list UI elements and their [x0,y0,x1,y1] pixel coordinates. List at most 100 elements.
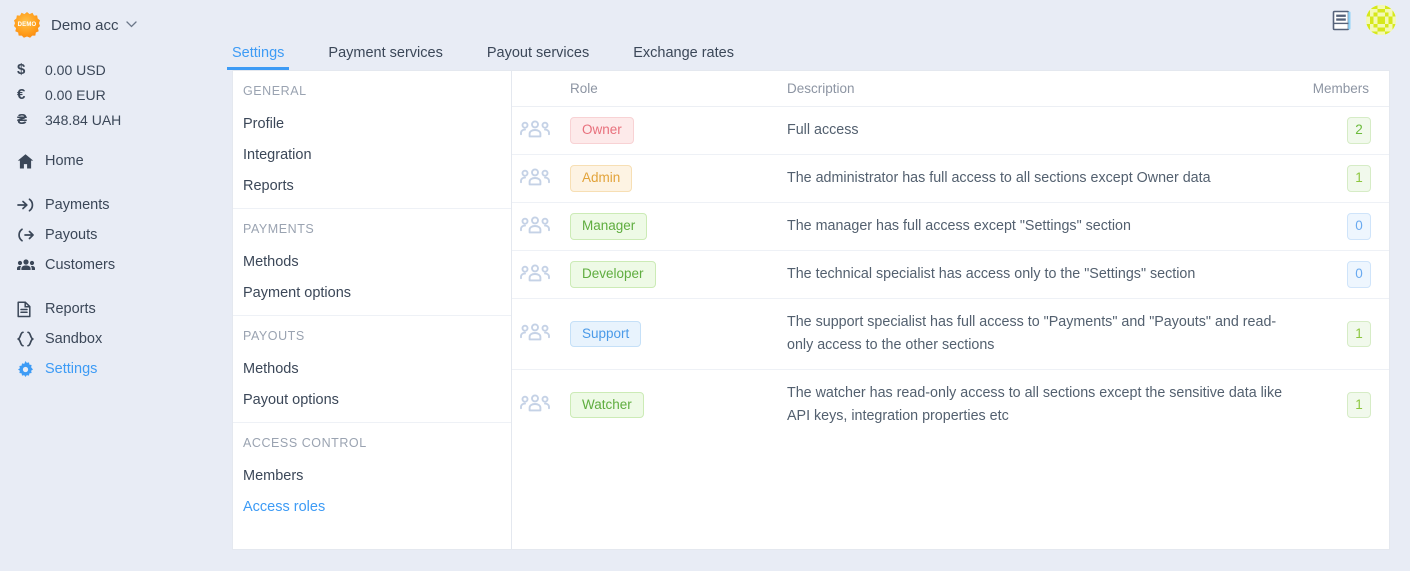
submenu-item-payout-methods[interactable]: Methods [243,356,511,387]
app-root: DEMO Demo acc $ 0.00 USD € 0.00 EUR ₴ 34… [0,0,1410,571]
group-icon [520,393,570,417]
cell-description: The administrator has full access to all… [787,170,1211,186]
table-row[interactable]: Developer The technical specialist has ac… [512,251,1389,299]
cell-description: The support specialist has full access t… [787,314,1277,353]
column-header-role: Role [570,81,598,96]
submenu-item-payment-methods[interactable]: Methods [243,249,511,280]
role-badge: Admin [570,165,633,192]
column-header-members: Members [1312,81,1369,96]
table-row[interactable]: Manager The manager has full access excep… [512,203,1389,251]
brand-logo-icon: DEMO [14,12,40,38]
group-icon [520,322,570,346]
sidebar-item-sandbox[interactable]: Sandbox [0,324,220,354]
table-row[interactable]: Support The support specialist has full a… [512,299,1389,370]
balances-list: $ 0.00 USD € 0.00 EUR ₴ 348.84 UAH [0,57,220,132]
table-row[interactable]: Owner Full access 2 [512,107,1389,155]
role-badge: Owner [570,117,634,144]
account-switcher[interactable]: DEMO Demo acc [0,6,220,44]
submenu-section-access-control: ACCESS CONTROL Members Access roles [233,423,511,529]
submenu-title-access-control: ACCESS CONTROL [243,436,367,450]
members-count-badge: 1 [1347,391,1371,419]
members-count-badge: 0 [1347,261,1371,288]
cell-members: 0 [1285,261,1375,288]
sidebar-label-payments: Payments [45,197,110,213]
submenu-title-payouts: PAYOUTS [243,329,305,343]
cell-members: 2 [1285,117,1375,144]
sidebar-item-payouts[interactable]: Payouts [0,220,220,250]
nav-group-2: Payments Payouts Customers [0,190,220,280]
currency-symbol-eur: € [17,86,26,103]
members-count-badge: 1 [1347,320,1371,348]
cell-members: 1 [1285,391,1375,419]
currency-symbol-usd: $ [17,61,26,78]
customers-icon [17,258,45,272]
submenu-item-access-roles[interactable]: Access roles [243,494,511,517]
chevron-down-icon [125,20,137,31]
submenu-item-integration[interactable]: Integration [243,142,511,173]
balance-amount-eur: 0.00 EUR [45,86,106,103]
cell-role: Admin [512,165,787,192]
settings-submenu: GENERAL Profile Integration Reports PAYM… [232,70,512,550]
reports-icon [17,300,45,318]
cell-members: 1 [1285,320,1375,348]
members-count-badge: 0 [1347,213,1371,240]
sidebar-label-settings: Settings [45,361,98,377]
main-area: Settings Payment services Payout service… [220,0,1410,571]
payments-icon [17,197,45,213]
sidebar-item-payments[interactable]: Payments [0,190,220,220]
balance-item: $ 0.00 USD [0,57,220,82]
cell-description: The watcher has read-only access to all … [787,385,1283,424]
settings-gear-icon [17,360,45,378]
payouts-icon [17,227,45,243]
balance-amount-uah: 348.84 UAH [45,111,122,128]
left-sidebar: DEMO Demo acc $ 0.00 USD € 0.00 EUR ₴ 34… [0,0,220,571]
cell-role: Owner [512,117,787,144]
role-badge: Watcher [570,391,644,419]
home-icon [17,153,45,170]
submenu-section-payouts: PAYOUTS Methods Payout options [233,316,511,423]
balance-amount-usd: 0.00 USD [45,61,106,78]
role-badge: Developer [570,261,656,288]
submenu-item-payout-options[interactable]: Payout options [243,387,511,410]
tab-bar: Settings Payment services Payout service… [226,38,778,70]
submenu-section-payments: PAYMENTS Methods Payment options [233,209,511,316]
submenu-title-payments: PAYMENTS [243,222,315,236]
balance-item: ₴ 348.84 UAH [0,107,220,132]
sidebar-item-customers[interactable]: Customers [0,250,220,280]
sidebar-label-payouts: Payouts [45,227,98,243]
submenu-item-payment-options[interactable]: Payment options [243,280,511,303]
tab-payment-services[interactable]: Payment services [328,45,442,70]
group-icon [520,215,570,239]
submenu-section-general: GENERAL Profile Integration Reports [233,71,511,209]
sidebar-item-reports[interactable]: Reports [0,294,220,324]
group-icon [520,167,570,191]
brand-logo-text: DEMO [17,22,37,28]
currency-symbol-uah: ₴ [17,111,28,128]
cell-members: 0 [1285,213,1375,240]
group-icon [520,263,570,287]
avatar[interactable] [1366,5,1396,35]
submenu-item-members[interactable]: Members [243,463,511,494]
group-icon [520,119,570,143]
sidebar-item-home[interactable]: Home [0,146,220,176]
sidebar-label-home: Home [45,153,84,169]
table-row[interactable]: Watcher The watcher has read-only access … [512,370,1389,440]
submenu-item-reports[interactable]: Reports [243,173,511,196]
main-navigation: Home Payments Payouts Customers Reports … [0,146,220,384]
cell-role: Watcher [512,391,787,419]
tab-settings[interactable]: Settings [226,45,290,70]
cell-role: Manager [512,213,787,240]
submenu-title-general: GENERAL [243,84,307,98]
tab-exchange-rates[interactable]: Exchange rates [633,45,734,70]
access-roles-table: Role Description Members Owner Full acces… [512,70,1390,550]
tab-payout-services[interactable]: Payout services [487,45,589,70]
role-badge: Manager [570,213,648,240]
account-name: Demo acc [51,16,119,34]
table-header-row: Role Description Members [512,71,1389,107]
book-icon[interactable] [1332,10,1352,31]
sidebar-label-customers: Customers [45,257,116,273]
sidebar-item-settings[interactable]: Settings [0,354,220,384]
cell-description: Full access [787,122,859,138]
table-row[interactable]: Admin The administrator has full access t… [512,155,1389,203]
submenu-item-profile[interactable]: Profile [243,111,511,142]
